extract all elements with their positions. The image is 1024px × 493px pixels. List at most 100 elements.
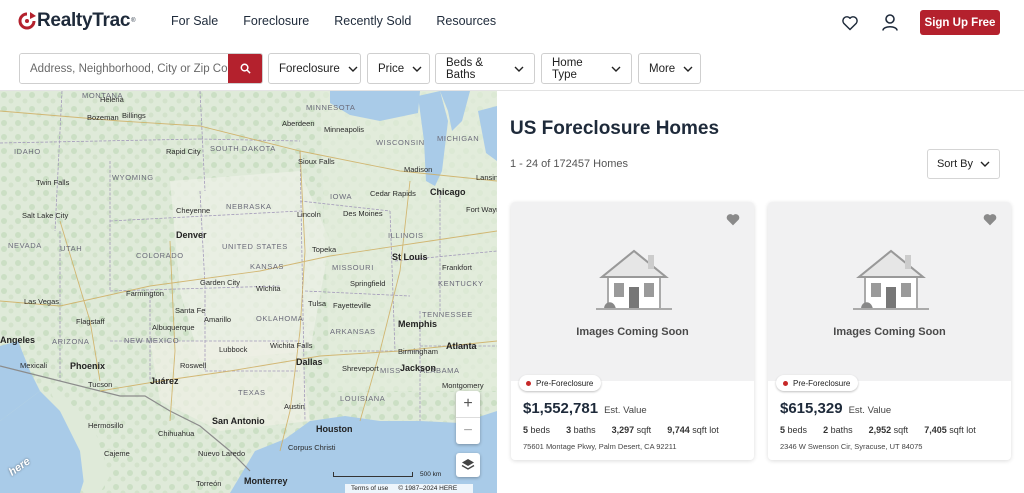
map-scale-bar [333, 472, 413, 477]
map-label-state: MISS [380, 366, 401, 375]
map-label-city: Bozeman [87, 113, 119, 122]
lot-spec: 9,744 sqft lot [667, 425, 719, 435]
map-label-city: Minneapolis [324, 125, 365, 134]
layers-icon [461, 459, 475, 470]
terms-of-use-link[interactable]: Terms of use [351, 485, 388, 492]
map-label-city: Fort Wayne [466, 205, 497, 214]
status-dot [783, 380, 788, 386]
map-label-state: KANSAS [250, 262, 285, 271]
logo-text: RealtyTrac [37, 10, 131, 31]
map-label-state: KENTUCKY [438, 279, 484, 288]
search-box [19, 53, 263, 84]
map-label-city: Montgomery [442, 381, 484, 390]
sign-up-button[interactable]: Sign Up Free [920, 10, 1000, 35]
status-badge-label: Pre-Foreclosure [793, 378, 851, 388]
sort-dropdown[interactable]: Sort By [927, 149, 1000, 179]
map-label-state: IDAHO [14, 147, 41, 156]
filter-more[interactable]: More [638, 53, 701, 84]
map-label-city: Tulsa [308, 299, 327, 308]
map-label-state: WISCONSIN [376, 138, 425, 147]
chevron-down-icon [980, 161, 990, 167]
heart-icon[interactable] [726, 213, 740, 231]
map-label-city: Frankfort [442, 263, 473, 272]
filter-label: Beds & Baths [446, 56, 484, 81]
map-label-city: Helena [100, 95, 124, 104]
map-label-city: Juárez [150, 376, 179, 386]
heart-icon[interactable] [983, 213, 997, 231]
map-label-city: Springfield [350, 279, 386, 288]
map-label-city: Wichita [256, 284, 281, 293]
chevron-down-icon [683, 66, 693, 72]
map-label-city: Rapid City [166, 147, 201, 156]
map-label-city: Birmingham [398, 347, 439, 356]
map-label-city: Houston [316, 424, 353, 434]
listing-card[interactable]: Images Coming Soon Pre-Foreclosure $1,55… [511, 202, 754, 460]
nav-resources[interactable]: Resources [436, 14, 496, 28]
zoom-in-button[interactable]: + [456, 391, 480, 417]
map-label-city: Garden City [200, 278, 241, 287]
map-label-city: Shreveport [342, 364, 379, 373]
map-label-city: San Antonio [212, 416, 265, 426]
images-coming-soon-text: Images Coming Soon [576, 326, 689, 338]
sqft-spec: 3,297 sqft [611, 425, 652, 435]
sqft-spec: 2,952 sqft [868, 425, 909, 435]
map-label-city: Chicago [430, 187, 466, 197]
map-label-state: ARIZONA [52, 337, 90, 346]
zoom-out-button[interactable]: − [456, 417, 480, 443]
map-label-state: TEXAS [238, 388, 266, 397]
filter-price[interactable]: Price [367, 53, 430, 84]
nav-foreclosure[interactable]: Foreclosure [243, 14, 309, 28]
map-label-state: NEVADA [8, 241, 42, 250]
filter-foreclosure[interactable]: Foreclosure [268, 53, 361, 84]
logo[interactable]: RealtyTrac ® [18, 9, 136, 33]
map-label-state: MICHIGAN [437, 134, 480, 143]
listing-price: $1,552,781 [523, 400, 599, 417]
map-attribution: Terms of use © 1987–2024 HERE [345, 484, 474, 493]
map-label-city: Dallas [296, 357, 323, 367]
price-note: Est. Value [604, 405, 647, 416]
map-label-state: MISSOURI [332, 263, 374, 272]
map-label-city: Torreón [196, 479, 222, 488]
filter-label: Home Type [552, 56, 583, 81]
map-label-city: Des Moines [343, 209, 383, 218]
map-label-city: Salt Lake City [22, 211, 69, 220]
listing-price: $615,329 [780, 400, 843, 417]
layers-button[interactable] [456, 453, 480, 477]
map-label-city: Phoenix [70, 361, 106, 371]
listing-card[interactable]: Images Coming Soon Pre-Foreclosure $615,… [768, 202, 1011, 460]
map-label-state: SOUTH DAKOTA [210, 144, 276, 153]
map-label-city: Monterrey [244, 476, 288, 486]
map-label-state: TENNESSEE [422, 310, 473, 319]
listing-address: 2346 W Swenson Cir, Syracuse, UT 84075 [780, 442, 923, 451]
nav-recently-sold[interactable]: Recently Sold [334, 14, 411, 28]
house-placeholder-icon [853, 249, 929, 310]
price-row: $615,329 Est. Value [780, 400, 891, 417]
map-label-city: Topeka [312, 245, 337, 254]
filter-home-type[interactable]: Home Type [541, 53, 632, 84]
header-actions: Sign Up Free [840, 10, 1000, 35]
listing-image-placeholder: Images Coming Soon [768, 202, 1011, 381]
map-label-city: Flagstaff [76, 317, 105, 326]
map-label-city: Albuquerque [152, 323, 195, 332]
chevron-down-icon [412, 66, 422, 72]
user-icon[interactable] [880, 13, 900, 33]
map-label-city: Chihuahua [158, 429, 195, 438]
map-label-state: IOWA [330, 192, 353, 201]
price-note: Est. Value [848, 405, 892, 416]
filter-beds-baths[interactable]: Beds & Baths [435, 53, 535, 84]
filter-label: Price [378, 62, 405, 75]
listing-address: 75601 Montage Pkwy, Palm Desert, CA 9221… [523, 442, 677, 451]
map[interactable]: MONTANA IDAHO WYOMING UTAH NEVADA ARIZON… [0, 91, 497, 493]
nav-for-sale[interactable]: For Sale [171, 14, 218, 28]
search-input[interactable] [20, 54, 228, 83]
search-button[interactable] [228, 54, 262, 83]
filter-label: Foreclosure [279, 62, 340, 75]
page-title: US Foreclosure Homes [510, 118, 720, 139]
filter-bar: Foreclosure Price Beds & Baths Home Type… [0, 44, 1024, 91]
price-row: $1,552,781 Est. Value [523, 400, 647, 417]
heart-icon[interactable] [840, 13, 860, 33]
map-label-city: Lansing [476, 173, 497, 182]
map-label-city: Roswell [180, 361, 207, 370]
map-label-city: Billings [122, 111, 146, 120]
map-label-city: Hermosillo [88, 421, 124, 430]
